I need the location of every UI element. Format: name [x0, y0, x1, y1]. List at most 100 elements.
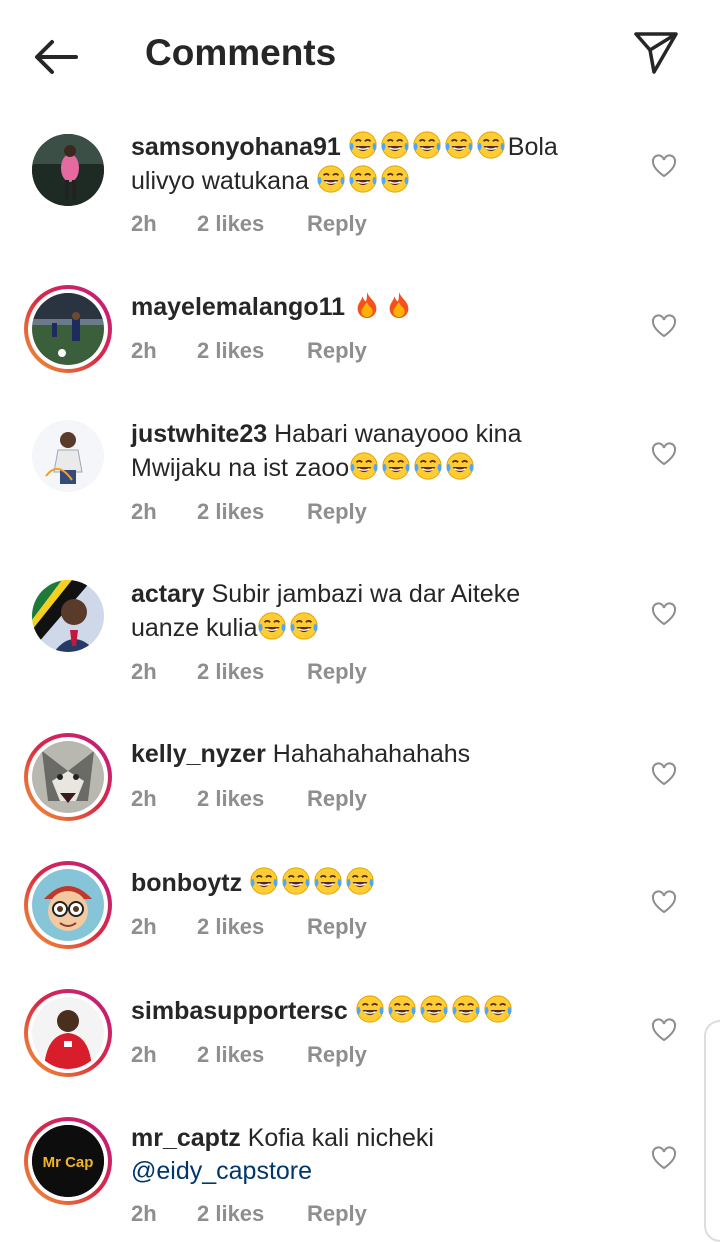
- tears-of-joy-emoji: [349, 451, 379, 481]
- heart-outline-icon[interactable]: [651, 154, 677, 178]
- comment-item: justwhite23 Habari wanayooo kina Mwijaku…: [0, 396, 720, 556]
- tears-of-joy-emoji: [281, 866, 311, 896]
- tears-of-joy-emoji: [289, 611, 319, 641]
- heart-outline-icon[interactable]: [651, 314, 677, 338]
- tears-of-joy-emoji: [451, 994, 481, 1024]
- reply-button[interactable]: Reply: [307, 914, 367, 940]
- avatar[interactable]: [24, 130, 112, 218]
- fire-emoji: [384, 290, 414, 320]
- arrow-left-icon[interactable]: [30, 34, 82, 80]
- comment-time: 2h: [131, 499, 157, 524]
- comment-text: samsonyohana91 Bola ulivyo watukana: [131, 130, 601, 198]
- reply-button[interactable]: Reply: [307, 786, 367, 812]
- reply-button[interactable]: Reply: [307, 659, 367, 685]
- tears-of-joy-emoji: [257, 611, 287, 641]
- comment-likes[interactable]: 2 likes: [197, 211, 264, 237]
- comment-body: ulivyo watukana: [131, 167, 309, 195]
- avatar-logo-text: Mr Cap: [43, 1154, 94, 1171]
- comment-text: bonboytz: [131, 866, 601, 900]
- comment-body: Hahahahahahahs: [272, 740, 471, 768]
- comment-item: actary Subir jambazi wa dar Aiteke uanze…: [0, 556, 720, 716]
- tears-of-joy-emoji: [444, 130, 474, 160]
- comment-likes[interactable]: 2 likes: [197, 914, 264, 940]
- comment-username[interactable]: mr_captz: [131, 1124, 241, 1152]
- comment-body: Mwijaku na ist zaoo: [131, 454, 350, 482]
- heart-outline-icon[interactable]: [651, 890, 677, 914]
- tears-of-joy-emoji: [348, 164, 378, 194]
- comment-body: Kofia kali nicheki: [247, 1124, 434, 1152]
- tears-of-joy-emoji: [483, 994, 513, 1024]
- tears-of-joy-emoji: [355, 994, 385, 1024]
- avatar[interactable]: [24, 989, 112, 1077]
- page-title: Comments: [145, 32, 337, 73]
- comment-likes[interactable]: 2 likes: [197, 659, 264, 685]
- comment-likes[interactable]: 2 likes: [197, 786, 264, 812]
- avatar[interactable]: [24, 416, 112, 504]
- tears-of-joy-emoji: [387, 994, 417, 1024]
- comment-item: Mr Cap mr_captz Kofia kali nicheki @eidy…: [0, 1100, 720, 1238]
- comment-time: 2h: [131, 211, 157, 236]
- comment-time: 2h: [131, 338, 157, 363]
- scroll-handle[interactable]: [704, 1020, 720, 1242]
- comment-likes[interactable]: 2 likes: [197, 499, 264, 525]
- avatar[interactable]: Mr Cap: [24, 1117, 112, 1205]
- heart-outline-icon[interactable]: [651, 762, 677, 786]
- reply-button[interactable]: Reply: [307, 1042, 367, 1068]
- reply-button[interactable]: Reply: [307, 499, 367, 525]
- fire-emoji: [352, 290, 382, 320]
- comment-body: Subir jambazi wa dar Aiteke: [211, 580, 521, 608]
- comment-time: 2h: [131, 659, 157, 684]
- comment-username[interactable]: kelly_nyzer: [131, 740, 266, 768]
- tears-of-joy-emoji: [412, 130, 442, 160]
- heart-outline-icon[interactable]: [651, 1146, 677, 1170]
- comment-text: justwhite23 Habari wanayooo kina Mwijaku…: [131, 418, 601, 485]
- heart-outline-icon[interactable]: [651, 602, 677, 626]
- comment-username[interactable]: simbasupportersc: [131, 997, 348, 1025]
- comment-item: samsonyohana91 Bola ulivyo watukana 2h 2…: [0, 108, 720, 268]
- tears-of-joy-emoji: [380, 130, 410, 160]
- header-bar: Comments: [0, 0, 720, 108]
- tears-of-joy-emoji: [381, 451, 411, 481]
- comment-time: 2h: [131, 914, 157, 939]
- tears-of-joy-emoji: [313, 866, 343, 896]
- tears-of-joy-emoji: [316, 164, 346, 194]
- comment-username[interactable]: samsonyohana91: [131, 133, 341, 161]
- tears-of-joy-emoji: [413, 451, 443, 481]
- comment-username[interactable]: actary: [131, 580, 205, 608]
- avatar[interactable]: [24, 285, 112, 373]
- tears-of-joy-emoji: [445, 451, 475, 481]
- comment-body: Habari wanayooo kina: [274, 420, 522, 448]
- heart-outline-icon[interactable]: [651, 442, 677, 466]
- comment-item: simbasupportersc 2h 2 likes Reply: [0, 972, 720, 1100]
- tears-of-joy-emoji: [345, 866, 375, 896]
- comment-text: simbasupportersc: [131, 994, 601, 1028]
- reply-button[interactable]: Reply: [307, 338, 367, 364]
- comment-text: kelly_nyzer Hahahahahahahs: [131, 738, 601, 771]
- comment-text: actary Subir jambazi wa dar Aiteke uanze…: [131, 578, 601, 645]
- comment-time: 2h: [131, 1201, 157, 1226]
- paper-plane-icon[interactable]: [630, 28, 682, 76]
- comment-username[interactable]: justwhite23: [131, 420, 267, 448]
- comment-username[interactable]: bonboytz: [131, 869, 242, 897]
- comment-body: uanze kulia: [131, 614, 258, 642]
- comment-time: 2h: [131, 786, 157, 811]
- comment-likes[interactable]: 2 likes: [197, 338, 264, 364]
- tears-of-joy-emoji: [476, 130, 506, 160]
- comment-text: mayelemalango11: [131, 290, 601, 324]
- tears-of-joy-emoji: [380, 164, 410, 194]
- avatar[interactable]: [24, 733, 112, 821]
- comment-body: Bola: [507, 133, 558, 161]
- comment-likes[interactable]: 2 likes: [197, 1201, 264, 1227]
- reply-button[interactable]: Reply: [307, 1201, 367, 1227]
- comment-item: bonboytz 2h 2 likes Reply: [0, 844, 720, 972]
- avatar[interactable]: [24, 576, 112, 664]
- mention-link[interactable]: @eidy_capstore: [131, 1157, 312, 1185]
- heart-outline-icon[interactable]: [651, 1018, 677, 1042]
- comment-username[interactable]: mayelemalango11: [131, 293, 345, 321]
- comment-text: mr_captz Kofia kali nicheki @eidy_capsto…: [131, 1122, 601, 1188]
- tears-of-joy-emoji: [348, 130, 378, 160]
- tears-of-joy-emoji: [249, 866, 279, 896]
- comment-likes[interactable]: 2 likes: [197, 1042, 264, 1068]
- avatar[interactable]: [24, 861, 112, 949]
- reply-button[interactable]: Reply: [307, 211, 367, 237]
